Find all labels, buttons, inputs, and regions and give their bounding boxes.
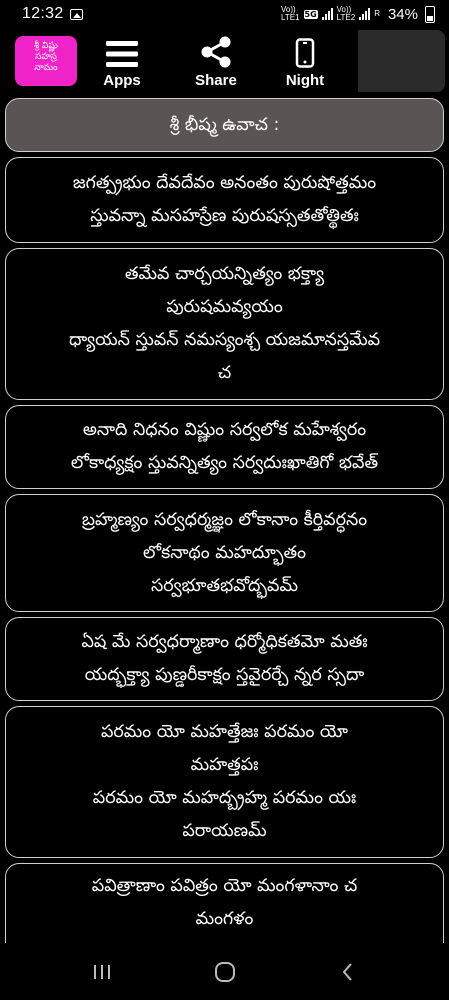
share-icon — [201, 36, 231, 68]
app-logo-text: శ్రీ విష్ణు సహస్ర నామం — [34, 41, 58, 73]
gallery-notification-icon — [69, 8, 83, 20]
back-icon[interactable] — [336, 960, 360, 984]
verse-card[interactable]: జగత్ప్రభుం దేవదేవం అనంతం పురుషోత్తమం స్త… — [5, 157, 444, 243]
network-type-badge: 5G — [303, 9, 318, 19]
battery-icon — [425, 5, 435, 23]
menu-icon — [106, 41, 138, 67]
share-button[interactable]: Share — [181, 33, 251, 89]
battery-percent: 34% — [387, 5, 418, 23]
verse-card[interactable]: బ్రహ్మణ్యం సర్వధర్మజ్ఞం లోకానాం కీర్తివర… — [5, 494, 444, 612]
apps-label: Apps — [103, 72, 141, 89]
verse-text: పవిత్రాణాం పవిత్రం యో మంగళానాం చ మంగళం — [91, 876, 358, 929]
home-icon[interactable] — [213, 960, 237, 984]
phone-icon — [295, 38, 315, 68]
section-heading: శ్రీ భీష్మ ఉవాచ : — [5, 98, 444, 152]
verse-text: పరమం యో మహత్తేజః పరమం యో మహత్తపః పరమం యో… — [92, 722, 357, 841]
verse-text: అనాది నిధనం విష్ణుం సర్వలోక మహేశ్వరం లోక… — [70, 420, 379, 473]
verse-card[interactable]: ఏష మే సర్వధర్మాణాం ధర్మోధికతమో మతః యద్భక… — [5, 617, 444, 701]
verse-text: తమేవ చార్చయన్నిత్యం భక్త్యా పురుషమవ్యయం … — [68, 264, 381, 383]
status-indicators: Vo)) LTE1 5G Vo)) LTE2 R 34% — [280, 5, 435, 23]
night-mode-button[interactable]: Night — [270, 33, 340, 89]
signal-sim1-icon — [321, 8, 333, 20]
system-navigation-bar — [0, 943, 449, 1000]
apps-button[interactable]: Apps — [87, 33, 157, 89]
sim1-label: Vo)) LTE1 — [280, 5, 300, 22]
verse-card[interactable]: తమేవ చార్చయన్నిత్యం భక్త్యా పురుషమవ్యయం … — [5, 248, 444, 400]
sim2-label: Vo)) LTE2 — [336, 5, 356, 22]
recent-apps-icon[interactable] — [90, 962, 114, 982]
verse-card[interactable]: అనాది నిధనం విష్ణుం సర్వలోక మహేశ్వరం లోక… — [5, 405, 444, 489]
share-label: Share — [195, 72, 237, 89]
roaming-label: R — [374, 9, 380, 18]
verse-text: ఏష మే సర్వధర్మాణాం ధర్మోధికతమో మతః యద్భక… — [81, 632, 368, 685]
verse-list[interactable]: శ్రీ భీష్మ ఉవాచ : జగత్ప్రభుం దేవదేవం అనం… — [5, 98, 444, 943]
verse-text: జగత్ప్రభుం దేవదేవం అనంతం పురుషోత్తమం స్త… — [72, 173, 377, 226]
app-bar: శ్రీ విష్ణు సహస్ర నామం Apps Share Night — [5, 30, 358, 92]
night-label: Night — [285, 72, 325, 89]
app-logo[interactable]: శ్రీ విష్ణు సహస్ర నామం — [15, 36, 77, 86]
verse-card[interactable]: పవిత్రాణాం పవిత్రం యో మంగళానాం చ మంగళం — [5, 863, 444, 943]
section-heading-text: శ్రీ భీష్మ ఉవాచ : — [169, 114, 280, 135]
verse-text: బ్రహ్మణ్యం సర్వధర్మజ్ఞం లోకానాం కీర్తివర… — [81, 509, 368, 596]
verse-card[interactable]: పరమం యో మహత్తేజః పరమం యో మహత్తపః పరమం యో… — [5, 706, 444, 858]
status-time: 12:32 — [22, 5, 64, 22]
status-bar: 12:32 Vo)) LTE1 5G Vo)) LTE2 R 34% — [0, 0, 449, 28]
signal-sim2-icon — [359, 8, 371, 20]
